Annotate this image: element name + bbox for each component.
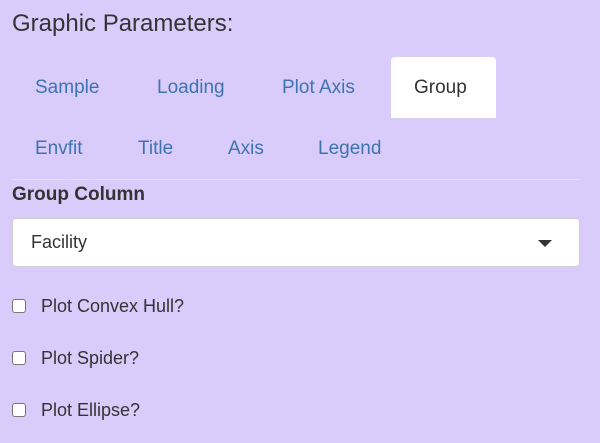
tabs-divider: [12, 179, 580, 180]
tab-loading[interactable]: Loading: [134, 57, 248, 118]
convex-hull-checkbox[interactable]: [12, 299, 26, 313]
panel-heading: Graphic Parameters:: [12, 10, 234, 37]
tab-group[interactable]: Group: [391, 57, 496, 118]
ellipse-label: Plot Ellipse?: [41, 399, 141, 420]
tab-axis[interactable]: Axis: [205, 118, 287, 179]
tab-bar: Sample Loading Plot Axis Group Envfit Ti…: [12, 57, 580, 179]
group-column-label: Group Column: [12, 184, 145, 205]
spider-label: Plot Spider?: [41, 347, 140, 368]
graphic-parameters-panel: Graphic Parameters: Sample Loading Plot …: [0, 0, 600, 443]
caret-down-icon: [538, 240, 552, 247]
tab-legend[interactable]: Legend: [295, 118, 404, 179]
tab-title[interactable]: Title: [115, 118, 196, 179]
convex-hull-option[interactable]: Plot Convex Hull?: [12, 294, 184, 318]
tab-envfit[interactable]: Envfit: [12, 118, 106, 179]
group-column-select[interactable]: Facility: [12, 218, 580, 267]
ellipse-option[interactable]: Plot Ellipse?: [12, 398, 140, 422]
spider-option[interactable]: Plot Spider?: [12, 346, 139, 370]
tab-plot-axis[interactable]: Plot Axis: [259, 57, 378, 118]
ellipse-checkbox[interactable]: [12, 403, 26, 417]
spider-checkbox[interactable]: [12, 351, 26, 365]
group-column-value: Facility: [31, 232, 88, 252]
tab-sample[interactable]: Sample: [12, 57, 122, 118]
convex-hull-label: Plot Convex Hull?: [41, 295, 185, 316]
